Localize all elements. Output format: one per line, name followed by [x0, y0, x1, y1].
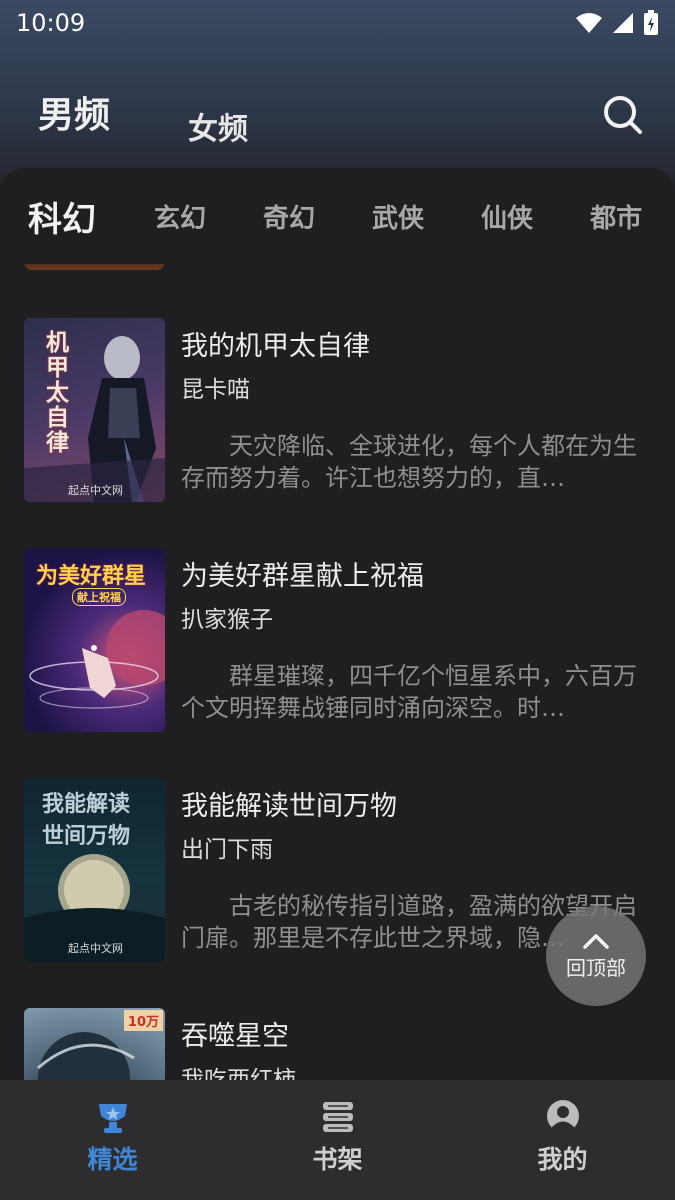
category-tab-scifi[interactable]: 科幻 [28, 192, 96, 241]
search-icon [604, 96, 642, 134]
battery-icon [644, 10, 658, 35]
trophy-icon [98, 1104, 127, 1133]
signal-icon [613, 13, 633, 33]
bottom-navigation: 精选 书架 我的 [0, 1080, 675, 1200]
book-title[interactable]: 吞噬星空 [181, 1014, 289, 1053]
book-cover[interactable]: 我能解读 世间万物 起点中文网 [24, 778, 165, 962]
nav-profile-label: 我的 [537, 1145, 588, 1174]
nav-featured[interactable]: 精选 [0, 1080, 225, 1200]
back-to-top-button[interactable]: 回顶部 [546, 906, 646, 1006]
category-tab-fantasy[interactable]: 奇幻 [263, 198, 315, 235]
book-description: 群星璀璨，四千亿个恒星系中，六百万个文明挥舞战锤同时涌向深空。时… [181, 662, 637, 722]
book-title[interactable]: 我的机甲太自律 [181, 324, 370, 363]
tab-male[interactable]: 男频 [38, 86, 110, 138]
book-item[interactable]: 10万 吞噬星空 我吃西红柿 [0, 1008, 675, 1080]
book-author: 我吃西红柿 [181, 1067, 296, 1080]
tab-female[interactable]: 女频 [188, 104, 248, 148]
book-item[interactable]: 为美好群星 献上祝福 为美好群星献上祝福 扒家猴子 群星璀璨，四千亿个恒星系中，… [0, 548, 675, 734]
cover-badge: 10万 [123, 1010, 163, 1031]
book-description: 天灾降临、全球进化，每个人都在为生存而努力着。许江也想努力的，直… [181, 432, 637, 492]
nav-bookshelf-label: 书架 [312, 1145, 363, 1174]
cover-title-art: 我能解读 世间万物 [42, 791, 131, 849]
cover-publisher: 起点中文网 [68, 942, 123, 955]
wifi-icon [576, 13, 602, 33]
cover-subtitle-art: 献上祝福 [72, 588, 126, 606]
nav-bookshelf[interactable]: 书架 [225, 1080, 450, 1200]
status-time: 10:09 [16, 9, 86, 37]
cover-title-art: 为美好群星 [36, 563, 147, 589]
category-tabs: 科幻 玄幻 奇幻 武侠 仙侠 都市 [0, 168, 675, 264]
status-bar: 10:09 [0, 0, 675, 46]
book-author: 昆卡喵 [181, 377, 250, 403]
profile-icon [546, 1100, 579, 1132]
book-item[interactable]: 机 甲 太 自 律 起点中文网 我的机甲太自律 昆卡喵 天灾降临、全球进化，每个… [0, 318, 675, 504]
book-cover[interactable]: 机 甲 太 自 律 起点中文网 [24, 318, 165, 502]
category-tab-xuanhuan[interactable]: 玄幻 [154, 198, 206, 235]
book-author: 出门下雨 [181, 837, 273, 863]
cover-title-art: 机 甲 太 自 律 [46, 329, 69, 456]
search-button[interactable] [600, 92, 646, 138]
book-title[interactable]: 为美好群星献上祝福 [181, 554, 424, 593]
book-author: 扒家猴子 [181, 607, 273, 633]
book-cover-partial[interactable] [24, 264, 165, 270]
cover-publisher: 起点中文网 [68, 484, 123, 497]
category-tab-xianxia[interactable]: 仙侠 [481, 198, 533, 235]
book-cover[interactable]: 为美好群星 献上祝福 [24, 548, 165, 732]
book-title[interactable]: 我能解读世间万物 [181, 784, 397, 823]
gender-tabs: 男频 女频 [38, 86, 248, 147]
bookshelf-icon [322, 1102, 353, 1132]
nav-profile[interactable]: 我的 [450, 1080, 675, 1200]
chevron-up-icon [583, 933, 609, 949]
app-screen: 10:09 男频 女频 科幻 玄幻 奇幻 武侠 仙侠 都市 机 甲 太 自 律 … [0, 0, 675, 1200]
category-tab-urban[interactable]: 都市 [590, 198, 642, 235]
book-cover[interactable]: 10万 [24, 1008, 165, 1080]
category-tab-wuxia[interactable]: 武侠 [372, 198, 424, 235]
status-icons [575, 10, 659, 36]
nav-featured-label: 精选 [87, 1145, 138, 1174]
back-to-top-label: 回顶部 [566, 955, 626, 980]
